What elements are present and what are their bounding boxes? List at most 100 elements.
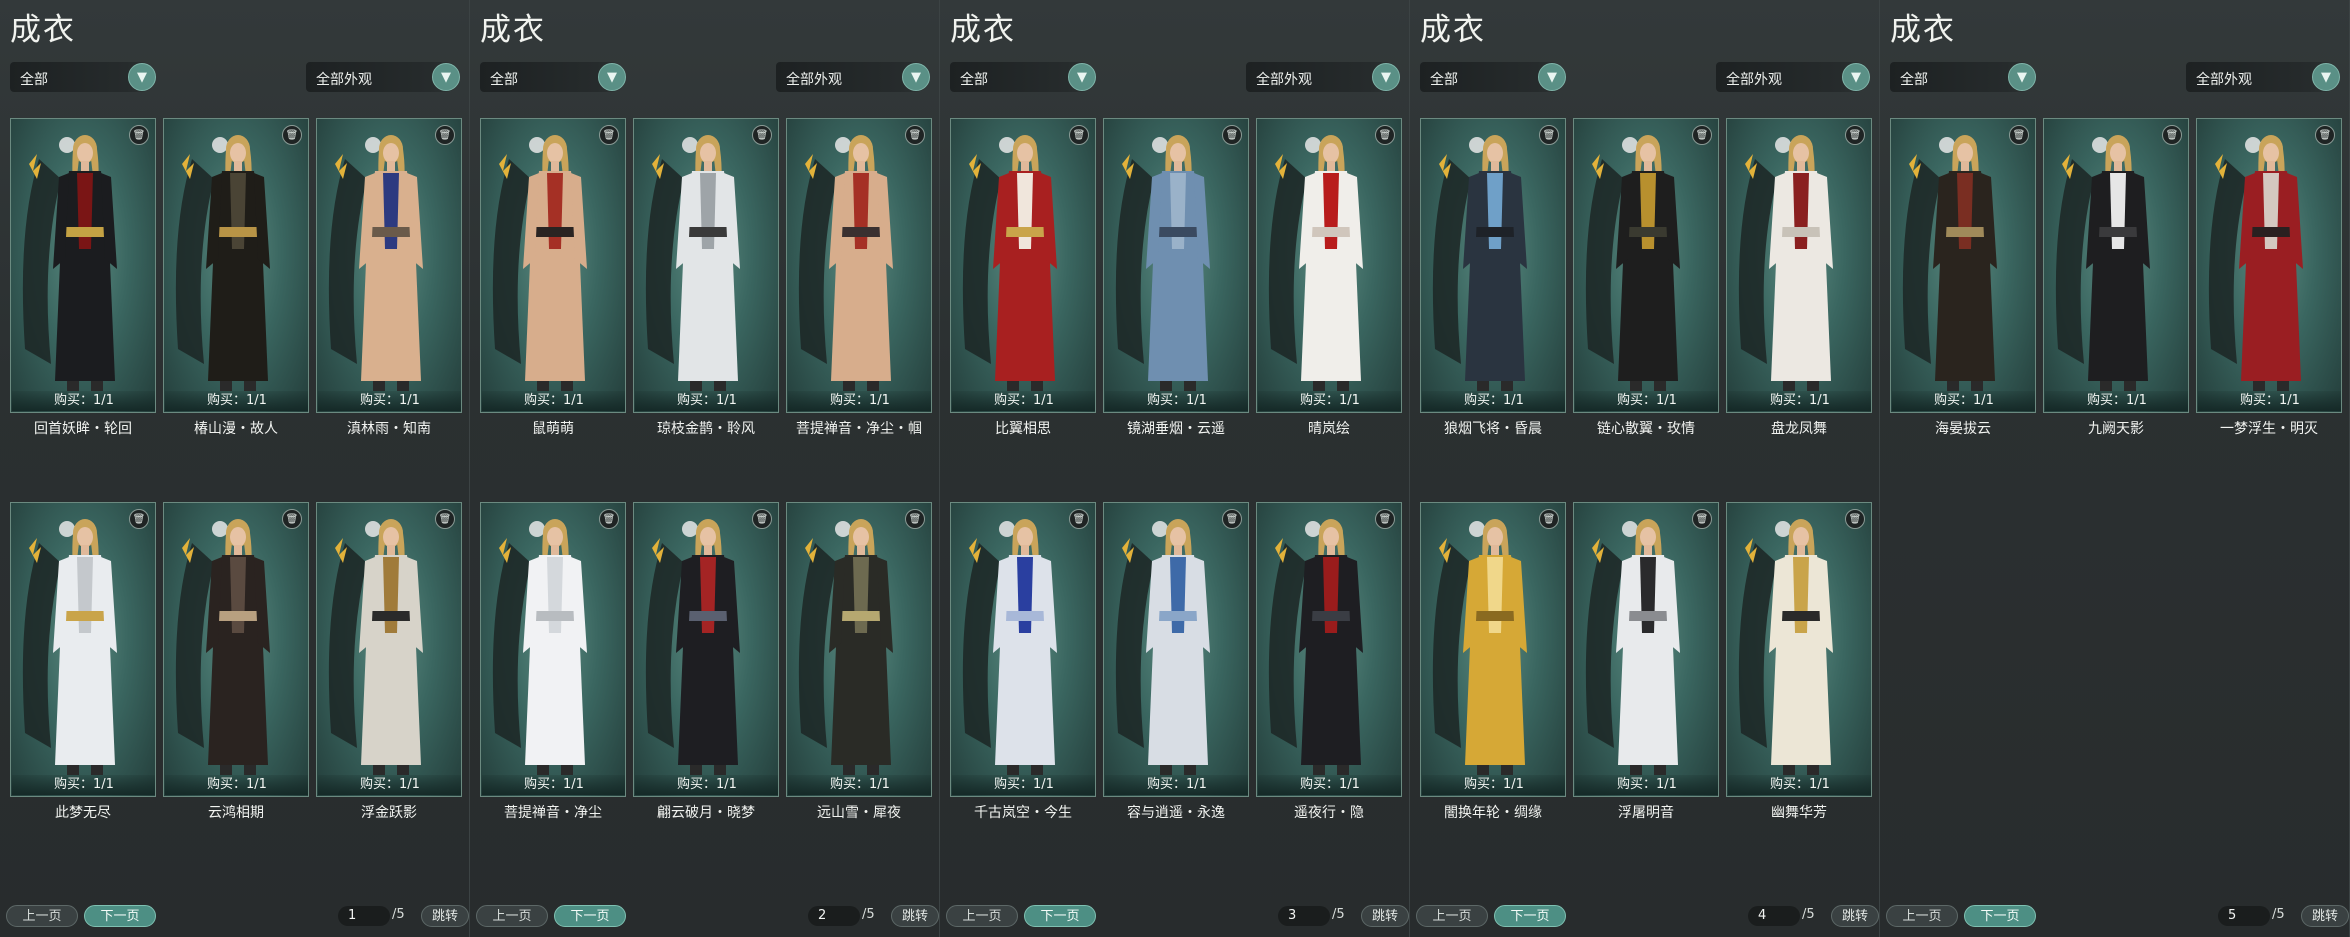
prev-page-button[interactable]: 上一页 xyxy=(1886,905,1958,927)
outfit-preview-image[interactable]: 🗑 购买：1/1 xyxy=(2043,118,2189,413)
trash-icon[interactable]: 🗑 xyxy=(1845,125,1865,145)
trash-icon[interactable]: 🗑 xyxy=(1845,509,1865,529)
appearance-dropdown[interactable]: 全部外观 ▼ xyxy=(2186,62,2340,92)
outfit-preview-image[interactable]: 🗑 购买：1/1 xyxy=(633,118,779,413)
outfit-preview-image[interactable]: 🗑 购买：1/1 xyxy=(950,502,1096,797)
outfit-card[interactable]: 🗑 购买：1/1 狼烟飞将・昏晨 xyxy=(1420,118,1566,502)
jump-button[interactable]: 跳转 xyxy=(2301,905,2349,927)
trash-icon[interactable]: 🗑 xyxy=(435,125,455,145)
trash-icon[interactable]: 🗑 xyxy=(435,509,455,529)
outfit-preview-image[interactable]: 🗑 购买：1/1 xyxy=(163,502,309,797)
trash-icon[interactable]: 🗑 xyxy=(1375,509,1395,529)
trash-icon[interactable]: 🗑 xyxy=(129,509,149,529)
outfit-card[interactable]: 🗑 购买：1/1 云鸿相期 xyxy=(163,502,309,886)
outfit-card[interactable]: 🗑 购买：1/1 海晏拔云 xyxy=(1890,118,2036,502)
next-page-button[interactable]: 下一页 xyxy=(1964,905,2036,927)
appearance-dropdown[interactable]: 全部外观 ▼ xyxy=(1246,62,1400,92)
outfit-card[interactable]: 🗑 购买：1/1 千古岚空・今生 xyxy=(950,502,1096,886)
outfit-card[interactable]: 🗑 购买：1/1 滇林雨・知南 xyxy=(316,118,462,502)
outfit-card[interactable]: 🗑 购买：1/1 链心散翼・玫情 xyxy=(1573,118,1719,502)
outfit-card[interactable]: 🗑 购买：1/1 闇换年轮・绸缘 xyxy=(1420,502,1566,886)
jump-button[interactable]: 跳转 xyxy=(421,905,469,927)
prev-page-button[interactable]: 上一页 xyxy=(476,905,548,927)
outfit-preview-image[interactable]: 🗑 购买：1/1 xyxy=(1420,502,1566,797)
chevron-down-icon[interactable]: ▼ xyxy=(2312,63,2340,91)
outfit-card[interactable]: 🗑 购买：1/1 菩提禅音・净尘・帼 xyxy=(786,118,932,502)
outfit-preview-image[interactable]: 🗑 购买：1/1 xyxy=(950,118,1096,413)
outfit-preview-image[interactable]: 🗑 购买：1/1 xyxy=(316,118,462,413)
outfit-card[interactable]: 🗑 购买：1/1 九阙天影 xyxy=(2043,118,2189,502)
outfit-preview-image[interactable]: 🗑 购买：1/1 xyxy=(786,118,932,413)
outfit-card[interactable]: 🗑 购买：1/1 回首妖眸・轮回 xyxy=(10,118,156,502)
outfit-card[interactable]: 🗑 购买：1/1 琼枝金鹊・聆风 xyxy=(633,118,779,502)
outfit-preview-image[interactable]: 🗑 购买：1/1 xyxy=(316,502,462,797)
outfit-preview-image[interactable]: 🗑 购买：1/1 xyxy=(786,502,932,797)
trash-icon[interactable]: 🗑 xyxy=(1539,125,1559,145)
trash-icon[interactable]: 🗑 xyxy=(599,125,619,145)
jump-button[interactable]: 跳转 xyxy=(1361,905,1409,927)
appearance-dropdown[interactable]: 全部外观 ▼ xyxy=(1716,62,1870,92)
outfit-preview-image[interactable]: 🗑 购买：1/1 xyxy=(10,118,156,413)
outfit-preview-image[interactable]: 🗑 购买：1/1 xyxy=(163,118,309,413)
outfit-card[interactable]: 🗑 购买：1/1 晴岚绘 xyxy=(1256,118,1402,502)
trash-icon[interactable]: 🗑 xyxy=(282,125,302,145)
trash-icon[interactable]: 🗑 xyxy=(1375,125,1395,145)
page-number-input[interactable]: 1 xyxy=(338,906,390,926)
page-number-input[interactable]: 5 xyxy=(2218,906,2270,926)
outfit-card[interactable]: 🗑 购买：1/1 鼠萌萌 xyxy=(480,118,626,502)
outfit-card[interactable]: 🗑 购买：1/1 容与逍遥・永逸 xyxy=(1103,502,1249,886)
outfit-card[interactable]: 🗑 购买：1/1 远山雪・犀夜 xyxy=(786,502,932,886)
prev-page-button[interactable]: 上一页 xyxy=(6,905,78,927)
trash-icon[interactable]: 🗑 xyxy=(752,125,772,145)
trash-icon[interactable]: 🗑 xyxy=(905,509,925,529)
trash-icon[interactable]: 🗑 xyxy=(1069,125,1089,145)
jump-button[interactable]: 跳转 xyxy=(891,905,939,927)
outfit-preview-image[interactable]: 🗑 购买：1/1 xyxy=(1726,502,1872,797)
outfit-card[interactable]: 🗑 购买：1/1 遥夜行・隐 xyxy=(1256,502,1402,886)
next-page-button[interactable]: 下一页 xyxy=(1494,905,1566,927)
appearance-dropdown[interactable]: 全部外观 ▼ xyxy=(306,62,460,92)
outfit-preview-image[interactable]: 🗑 购买：1/1 xyxy=(1420,118,1566,413)
trash-icon[interactable]: 🗑 xyxy=(129,125,149,145)
next-page-button[interactable]: 下一页 xyxy=(1024,905,1096,927)
outfit-card[interactable]: 🗑 购买：1/1 椿山漫・故人 xyxy=(163,118,309,502)
next-page-button[interactable]: 下一页 xyxy=(84,905,156,927)
outfit-card[interactable]: 🗑 购买：1/1 浮金跃影 xyxy=(316,502,462,886)
outfit-card[interactable]: 🗑 购买：1/1 浮屠明音 xyxy=(1573,502,1719,886)
outfit-preview-image[interactable]: 🗑 购买：1/1 xyxy=(1573,502,1719,797)
outfit-preview-image[interactable]: 🗑 购买：1/1 xyxy=(1256,502,1402,797)
outfit-card[interactable]: 🗑 购买：1/1 此梦无尽 xyxy=(10,502,156,886)
trash-icon[interactable]: 🗑 xyxy=(1692,125,1712,145)
chevron-down-icon[interactable]: ▼ xyxy=(2008,63,2036,91)
outfit-preview-image[interactable]: 🗑 购买：1/1 xyxy=(1573,118,1719,413)
appearance-dropdown[interactable]: 全部外观 ▼ xyxy=(776,62,930,92)
trash-icon[interactable]: 🗑 xyxy=(1692,509,1712,529)
trash-icon[interactable]: 🗑 xyxy=(1069,509,1089,529)
chevron-down-icon[interactable]: ▼ xyxy=(1538,63,1566,91)
chevron-down-icon[interactable]: ▼ xyxy=(1842,63,1870,91)
category-dropdown[interactable]: 全部 ▼ xyxy=(1890,62,2036,92)
outfit-preview-image[interactable]: 🗑 购买：1/1 xyxy=(1256,118,1402,413)
prev-page-button[interactable]: 上一页 xyxy=(1416,905,1488,927)
trash-icon[interactable]: 🗑 xyxy=(1539,509,1559,529)
category-dropdown[interactable]: 全部 ▼ xyxy=(1420,62,1566,92)
outfit-card[interactable]: 🗑 购买：1/1 菩提禅音・净尘 xyxy=(480,502,626,886)
outfit-card[interactable]: 🗑 购买：1/1 盘龙凤舞 xyxy=(1726,118,1872,502)
trash-icon[interactable]: 🗑 xyxy=(599,509,619,529)
outfit-preview-image[interactable]: 🗑 购买：1/1 xyxy=(480,502,626,797)
category-dropdown[interactable]: 全部 ▼ xyxy=(10,62,156,92)
outfit-preview-image[interactable]: 🗑 购买：1/1 xyxy=(10,502,156,797)
chevron-down-icon[interactable]: ▼ xyxy=(598,63,626,91)
trash-icon[interactable]: 🗑 xyxy=(282,509,302,529)
prev-page-button[interactable]: 上一页 xyxy=(946,905,1018,927)
outfit-card[interactable]: 🗑 购买：1/1 比翼相思 xyxy=(950,118,1096,502)
outfit-preview-image[interactable]: 🗑 购买：1/1 xyxy=(633,502,779,797)
chevron-down-icon[interactable]: ▼ xyxy=(1372,63,1400,91)
page-number-input[interactable]: 3 xyxy=(1278,906,1330,926)
trash-icon[interactable]: 🗑 xyxy=(1222,509,1242,529)
chevron-down-icon[interactable]: ▼ xyxy=(432,63,460,91)
category-dropdown[interactable]: 全部 ▼ xyxy=(480,62,626,92)
outfit-card[interactable]: 🗑 购买：1/1 幽舞华芳 xyxy=(1726,502,1872,886)
page-number-input[interactable]: 4 xyxy=(1748,906,1800,926)
chevron-down-icon[interactable]: ▼ xyxy=(128,63,156,91)
